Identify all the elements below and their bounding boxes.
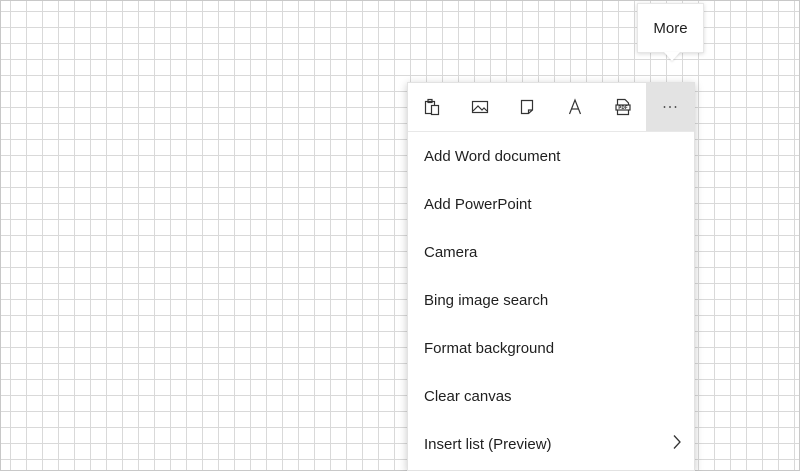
bing-image-search-item[interactable]: Bing image search xyxy=(408,276,694,324)
clear-canvas-item[interactable]: Clear canvas xyxy=(408,372,694,420)
menu-item-label: Bing image search xyxy=(424,291,549,309)
insert-list-item[interactable]: Insert list (Preview) xyxy=(408,420,694,468)
more-icon xyxy=(663,106,677,108)
clipboard-icon xyxy=(424,98,439,116)
menu-item-label: Clear canvas xyxy=(424,387,512,405)
menu-items: Add Word document Add PowerPoint Camera … xyxy=(408,132,694,468)
more-button[interactable] xyxy=(646,83,695,131)
menu-toolbar: PDF xyxy=(408,83,695,132)
menu-item-label: Camera xyxy=(424,243,478,261)
text-icon xyxy=(568,98,581,115)
menu-item-label: Add PowerPoint xyxy=(424,195,532,213)
sticky-note-button[interactable] xyxy=(503,83,551,131)
format-background-item[interactable]: Format background xyxy=(408,324,694,372)
pdf-icon: PDF xyxy=(614,98,631,116)
insert-image-button[interactable] xyxy=(456,83,504,131)
chevron-right-icon xyxy=(672,434,682,454)
more-tooltip: More xyxy=(637,3,704,53)
camera-item[interactable]: Camera xyxy=(408,228,694,276)
sticky-note-icon xyxy=(521,99,534,115)
add-word-document-item[interactable]: Add Word document xyxy=(408,132,694,180)
image-icon xyxy=(471,100,488,114)
menu-item-label: Add Word document xyxy=(424,147,561,165)
menu-item-label: Insert list (Preview) xyxy=(424,435,552,453)
tooltip-arrow xyxy=(664,52,680,61)
paste-button[interactable] xyxy=(408,83,456,131)
tooltip-text: More xyxy=(653,19,688,37)
insert-menu: PDF Add Word document Add PowerPoint Cam… xyxy=(407,82,695,471)
add-powerpoint-item[interactable]: Add PowerPoint xyxy=(408,180,694,228)
svg-text:PDF: PDF xyxy=(618,105,628,110)
insert-pdf-button[interactable]: PDF xyxy=(599,83,647,131)
menu-item-label: Format background xyxy=(424,339,555,357)
text-button[interactable] xyxy=(551,83,599,131)
